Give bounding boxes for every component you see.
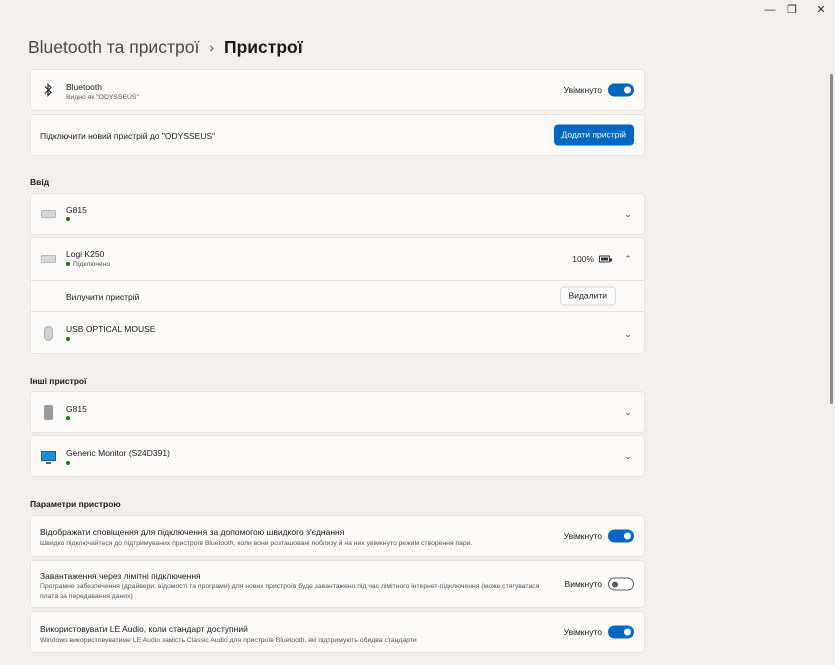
remove-button[interactable]: Видалити (559, 286, 616, 306)
monitor-icon (40, 448, 56, 464)
status-indicator (66, 415, 73, 422)
setting-row: Відображати сповіщення для підключення з… (30, 515, 645, 557)
bluetooth-toggle[interactable] (608, 83, 634, 97)
breadcrumb-parent-link[interactable]: Bluetooth та пристрої (28, 37, 199, 58)
breadcrumb: Bluetooth та пристрої › Пристрої (28, 34, 303, 60)
setting-row: Завантаження через лімітні підключення П… (30, 560, 645, 608)
device-name: Logi K250 (66, 249, 105, 259)
setting-toggle-label: Вимкнуто (564, 579, 602, 589)
device-name: USB OPTICAL MOUSE (66, 324, 156, 334)
minimize-button[interactable]: — (758, 2, 782, 18)
bluetooth-icon (40, 82, 56, 98)
mouse-icon (40, 326, 56, 342)
device-row[interactable]: G815 ⌄ (30, 193, 645, 235)
device-name: Generic Monitor (S24D391) (66, 448, 170, 458)
setting-toggle-label: Увімкнуто (563, 531, 602, 541)
keyboard-icon (40, 206, 56, 222)
device-row[interactable]: Generic Monitor (S24D391) ⌄ (30, 435, 645, 477)
setting-title: Завантаження через лімітні підключення (40, 571, 201, 581)
remove-device-row: Вилучити пристрій Видалити (31, 281, 644, 311)
chevron-down-icon[interactable]: ⌄ (622, 208, 634, 220)
remove-device-label: Вилучити пристрій (66, 292, 140, 302)
status-indicator: Підключено (66, 261, 110, 268)
chevron-up-icon[interactable]: ⌃ (622, 253, 634, 265)
setting-description: Програмне забезпечення (драйвери, відомо… (40, 583, 540, 600)
bluetooth-card: Bluetooth Видно як "ODYSSEUS" Увімкнуто (30, 69, 645, 111)
status-indicator (66, 216, 73, 223)
device-row[interactable]: USB OPTICAL MOUSE ⌄ (31, 312, 644, 355)
phone-icon (40, 404, 56, 420)
setting-title: Використовувати LE Audio, коли стандарт … (40, 624, 248, 634)
status-indicator (66, 336, 73, 343)
battery-icon (599, 255, 612, 263)
close-button[interactable]: ✕ (809, 2, 833, 18)
setting-description: Швидко підключайтеся до підтримуваних пр… (40, 540, 473, 547)
scrollbar[interactable] (830, 74, 833, 404)
chevron-down-icon[interactable]: ⌄ (622, 450, 634, 462)
chevron-down-icon[interactable]: ⌄ (622, 406, 634, 418)
maximize-button[interactable]: ❐ (780, 2, 804, 18)
le-audio-toggle[interactable] (608, 625, 634, 639)
status-indicator (66, 460, 73, 467)
setting-description: Windows використовуватиме LE Audio заміс… (40, 637, 417, 644)
add-device-card: Підключити новий пристрій до "ODYSSEUS" … (30, 114, 645, 156)
page-title: Пристрої (223, 36, 303, 57)
setting-toggle-label: Увімкнуто (563, 627, 602, 637)
device-name: G815 (66, 404, 87, 414)
section-other-label: Інші пристрої (30, 376, 87, 386)
add-device-label: Підключити новий пристрій до "ODYSSEUS" (40, 131, 216, 141)
swift-pair-toggle[interactable] (608, 529, 634, 543)
bluetooth-toggle-label: Увімкнуто (563, 85, 602, 95)
section-input-label: Ввід (30, 177, 50, 187)
title-bar: — ❐ ✕ (0, 0, 835, 20)
device-row[interactable]: Logi K250 Підключено 100% ⌃ (31, 238, 644, 280)
chevron-right-icon: › (209, 39, 214, 55)
device-name: G815 (66, 205, 87, 215)
bluetooth-title: Bluetooth (66, 82, 102, 92)
device-row[interactable]: G815 ⌄ (30, 391, 645, 433)
keyboard-icon (40, 251, 56, 267)
setting-title: Відображати сповіщення для підключення з… (40, 527, 345, 537)
section-settings-label: Параметри пристрою (30, 499, 121, 509)
bluetooth-subtitle: Видно як "ODYSSEUS" (66, 94, 139, 101)
battery-percentage: 100% (572, 254, 594, 264)
setting-row: Використовувати LE Audio, коли стандарт … (30, 611, 645, 653)
add-device-button[interactable]: Додати пристрій (553, 124, 634, 146)
chevron-down-icon[interactable]: ⌄ (622, 328, 634, 340)
metered-download-toggle[interactable] (608, 577, 634, 591)
device-row-expanded: Logi K250 Підключено 100% ⌃ Вилучити при… (30, 237, 645, 354)
